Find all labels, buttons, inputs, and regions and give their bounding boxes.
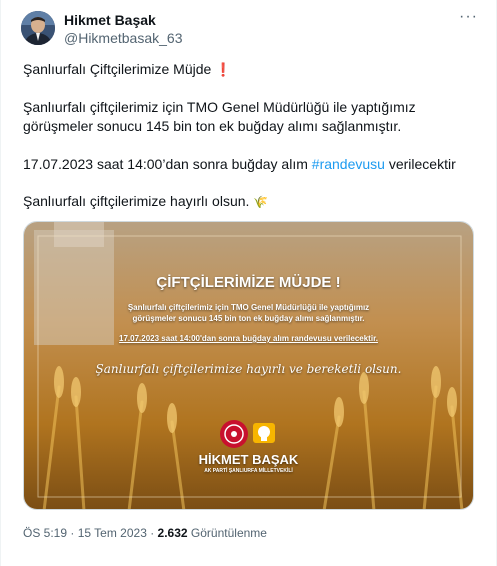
avatar[interactable] <box>21 11 55 45</box>
image-title: ÇİFTÇİLERİMİZE MÜJDE ! <box>156 274 341 291</box>
date-line-end: verilecektir <box>384 156 456 172</box>
hashtag-link[interactable]: #randevusu <box>312 156 385 172</box>
avatar-image <box>21 11 55 45</box>
closing-text: Şanlıurfalı çiftçilerimize hayırlı olsun… <box>23 193 250 209</box>
view-count-label: Görüntülenme <box>187 526 267 540</box>
author-handle[interactable]: @Hikmetbasak_63 <box>64 30 183 46</box>
post-paragraph-line-1: Şanlıurfalı çiftçilerimiz için TMO Genel… <box>23 99 416 115</box>
more-options-icon[interactable]: ··· <box>459 8 478 26</box>
image-body-line-1: Şanlıurfalı çiftçilerimiz için TMO Genel… <box>127 303 370 312</box>
signature-title: AK PARTİ ŞANLIURFA MİLLETVEKİLİ <box>204 468 293 474</box>
post-line-headline: Şanlıurfalı Çiftçilerimize Müjde ❗ <box>23 60 231 79</box>
image-body: Şanlıurfalı çiftçilerimiz için TMO Genel… <box>24 302 473 324</box>
tweet-metadata: ÖS 5:19 · 15 Tem 2023 · 2.632 Görüntülen… <box>23 526 267 540</box>
author-name[interactable]: Hikmet Başak <box>64 12 156 28</box>
separator: · <box>146 526 158 540</box>
wheat-emoji-icon: 🌾 <box>253 195 269 209</box>
post-image[interactable]: ÇİFTÇİLERİMİZE MÜJDE ! Şanlıurfalı çiftç… <box>23 221 474 510</box>
separator: · <box>67 526 78 540</box>
post-date-line: 17.07.2023 saat 14:00’dan sonra buğday a… <box>23 155 456 174</box>
post-paragraph: Şanlıurfalı çiftçilerimiz için TMO Genel… <box>23 98 416 136</box>
image-date-line: 17.07.2023 saat 14:00'dan sonra buğday a… <box>119 334 378 343</box>
image-body-line-2: görüşmeler sonucu 145 bin ton ek buğday … <box>132 314 365 323</box>
signature-name: HİKMET BAŞAK <box>198 452 299 467</box>
post-date[interactable]: 15 Tem 2023 <box>78 526 147 540</box>
headline-text: Şanlıurfalı Çiftçilerimize Müjde <box>23 61 212 77</box>
post-paragraph-line-2: görüşmeler sonucu 145 bin ton ek buğday … <box>23 118 402 134</box>
exclamation-emoji-icon: ❗ <box>215 62 232 77</box>
image-script-line: Şanlıurfalı çiftçilerimize hayırlı ve be… <box>95 362 402 376</box>
view-count: 2.632 <box>157 526 188 540</box>
date-line-text: 17.07.2023 saat 14:00’dan sonra buğday a… <box>23 156 312 172</box>
parliament-and-party-logos <box>220 420 275 448</box>
tweet: Hikmet Başak @Hikmetbasak_63 ··· Şanlıur… <box>0 0 497 566</box>
post-time[interactable]: ÖS 5:19 <box>23 526 67 540</box>
post-closing-line: Şanlıurfalı çiftçilerimize hayırlı olsun… <box>23 192 268 212</box>
